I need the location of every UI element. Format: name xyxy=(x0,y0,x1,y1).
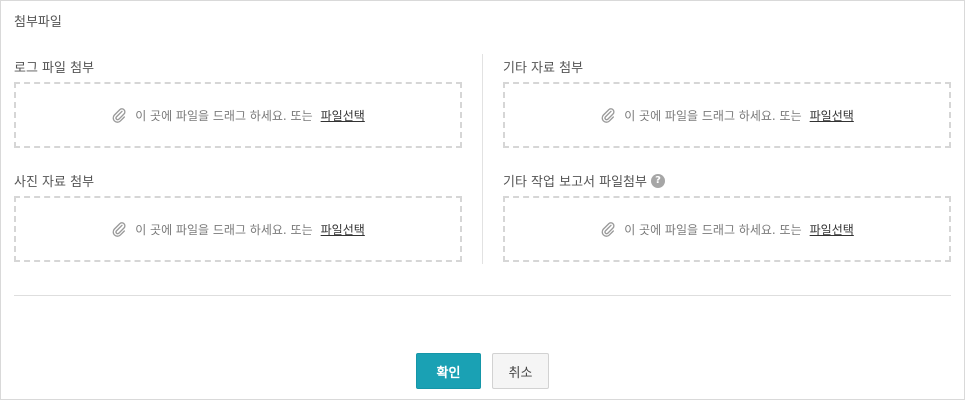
photo-file-dropzone[interactable]: 이 곳에 파일을 드래그 하세요. 또는 파일선택 xyxy=(14,196,462,262)
dropzone-content: 이 곳에 파일을 드래그 하세요. 또는 파일선택 xyxy=(111,107,365,124)
paperclip-icon xyxy=(112,108,126,123)
dropzone-content: 이 곳에 파일을 드래그 하세요. 또는 파일선택 xyxy=(600,107,854,124)
file-select-link[interactable]: 파일선택 xyxy=(321,107,365,124)
dropzone-content: 이 곳에 파일을 드래그 하세요. 또는 파일선택 xyxy=(111,221,365,238)
photo-file-label-text: 사진 자료 첨부 xyxy=(14,175,95,190)
other-file-dropzone[interactable]: 이 곳에 파일을 드래그 하세요. 또는 파일선택 xyxy=(503,82,951,148)
dropzone-content: 이 곳에 파일을 드래그 하세요. 또는 파일선택 xyxy=(600,221,854,238)
paperclip-icon xyxy=(601,108,615,123)
cancel-button[interactable]: 취소 xyxy=(492,353,549,389)
help-icon[interactable]: ? xyxy=(650,173,665,188)
paperclip-icon xyxy=(112,222,126,237)
column-divider xyxy=(482,54,483,264)
attachment-panel: 첨부파일 로그 파일 첨부 이 곳에 파일을 드래그 하세요. 또는 파일선택 … xyxy=(0,0,965,400)
other-file-label-text: 기타 자료 첨부 xyxy=(503,61,584,76)
paperclip-icon xyxy=(601,222,615,237)
photo-file-label: 사진 자료 첨부 xyxy=(14,171,94,190)
dropzone-hint: 이 곳에 파일을 드래그 하세요. 또는 xyxy=(135,222,313,237)
file-select-link[interactable]: 파일선택 xyxy=(810,107,854,124)
log-file-label-text: 로그 파일 첨부 xyxy=(14,61,95,76)
dropzone-hint: 이 곳에 파일을 드래그 하세요. 또는 xyxy=(624,222,802,237)
file-select-link[interactable]: 파일선택 xyxy=(321,221,365,238)
report-file-label: 기타 작업 보고서 파일첨부 ? xyxy=(503,171,665,190)
dropzone-hint: 이 곳에 파일을 드래그 하세요. 또는 xyxy=(135,108,313,123)
file-select-link[interactable]: 파일선택 xyxy=(810,221,854,238)
other-file-label: 기타 자료 첨부 xyxy=(503,57,583,76)
section-divider xyxy=(14,295,951,296)
confirm-button[interactable]: 확인 xyxy=(416,353,481,389)
section-title: 첨부파일 xyxy=(14,15,62,30)
report-file-label-text: 기타 작업 보고서 파일첨부 xyxy=(503,175,647,190)
dropzone-hint: 이 곳에 파일을 드래그 하세요. 또는 xyxy=(624,108,802,123)
log-file-dropzone[interactable]: 이 곳에 파일을 드래그 하세요. 또는 파일선택 xyxy=(14,82,462,148)
report-file-dropzone[interactable]: 이 곳에 파일을 드래그 하세요. 또는 파일선택 xyxy=(503,196,951,262)
log-file-label: 로그 파일 첨부 xyxy=(14,57,94,76)
